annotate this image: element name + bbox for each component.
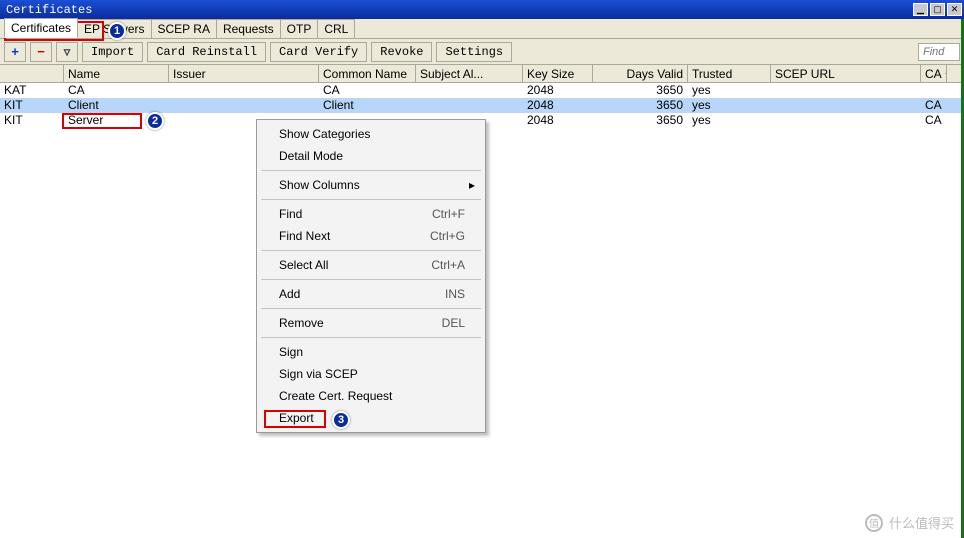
menu-separator <box>261 308 481 309</box>
cell <box>771 113 921 128</box>
table-row[interactable]: KITClientClient20483650yesCA <box>0 98 964 113</box>
window-title: Certificates <box>6 3 911 17</box>
filter-icon-button[interactable]: ▿ <box>56 42 78 62</box>
import-button[interactable]: Import <box>82 42 143 62</box>
menu-item-export[interactable]: Export <box>259 407 483 429</box>
window-titlebar: Certificates ▁ ▢ ✕ <box>0 0 964 19</box>
toolbar: + − ▿ Import Card Reinstall Card Verify … <box>0 39 964 65</box>
cell: KIT <box>0 113 64 128</box>
col-ca[interactable]: CA <box>921 65 947 82</box>
cell: yes <box>688 113 771 128</box>
menu-separator <box>261 279 481 280</box>
menu-item-find[interactable]: FindCtrl+F <box>259 203 483 225</box>
col-blank[interactable] <box>0 65 64 82</box>
close-button[interactable]: ✕ <box>947 3 962 16</box>
annotation-badge-3: 3 <box>332 411 350 429</box>
cell: 2048 <box>523 98 593 113</box>
card-verify-button[interactable]: Card Verify <box>270 42 367 62</box>
menu-separator <box>261 170 481 171</box>
cell: CA <box>319 83 416 98</box>
menu-item-remove[interactable]: RemoveDEL <box>259 312 483 334</box>
cell <box>169 98 319 113</box>
cell <box>416 98 523 113</box>
col-key-size[interactable]: Key Size <box>523 65 593 82</box>
col-name[interactable]: Name <box>64 65 169 82</box>
col-common-name[interactable]: Common Name <box>319 65 416 82</box>
cell <box>169 83 319 98</box>
table-header: Name Issuer Common Name Subject Al... Ke… <box>0 65 964 83</box>
menu-item-sign[interactable]: Sign <box>259 341 483 363</box>
cell: CA <box>921 113 947 128</box>
menu-separator <box>261 250 481 251</box>
context-menu: Show CategoriesDetail Mode Show Columns Fi… <box>256 119 486 433</box>
cell: yes <box>688 83 771 98</box>
menu-item-create-cert-request[interactable]: Create Cert. Request <box>259 385 483 407</box>
tab-bar: Certificates EP Servers SCEP RA Requests… <box>0 19 964 39</box>
tab-scep-ra[interactable]: SCEP RA <box>151 19 217 38</box>
menu-item-show-columns[interactable]: Show Columns <box>259 174 483 196</box>
cell <box>921 83 947 98</box>
menu-item-sign-via-scep[interactable]: Sign via SCEP <box>259 363 483 385</box>
menu-separator <box>261 337 481 338</box>
menu-separator <box>261 199 481 200</box>
find-input[interactable] <box>918 43 960 61</box>
settings-button[interactable]: Settings <box>436 42 512 62</box>
menu-item-detail-mode[interactable]: Detail Mode <box>259 145 483 167</box>
cell: KIT <box>0 98 64 113</box>
cell: 3650 <box>593 98 688 113</box>
watermark: 值 什么值得买 <box>865 513 954 532</box>
col-subject-alt[interactable]: Subject Al... <box>416 65 523 82</box>
tab-crl[interactable]: CRL <box>317 19 355 38</box>
maximize-button[interactable]: ▢ <box>930 3 945 16</box>
col-scep-url[interactable]: SCEP URL <box>771 65 921 82</box>
add-icon-button[interactable]: + <box>4 42 26 62</box>
remove-icon-button[interactable]: − <box>30 42 52 62</box>
watermark-icon: 值 <box>865 514 883 532</box>
table-row[interactable]: KATCACA20483650yes <box>0 83 964 98</box>
minimize-button[interactable]: ▁ <box>913 3 928 16</box>
menu-item-find-next[interactable]: Find NextCtrl+G <box>259 225 483 247</box>
cell: 2048 <box>523 113 593 128</box>
cell: CA <box>64 83 169 98</box>
cell: yes <box>688 98 771 113</box>
cell: 3650 <box>593 83 688 98</box>
revoke-button[interactable]: Revoke <box>371 42 432 62</box>
tab-certificates[interactable]: Certificates <box>4 18 78 38</box>
col-days-valid[interactable]: Days Valid <box>593 65 688 82</box>
menu-item-select-all[interactable]: Select AllCtrl+A <box>259 254 483 276</box>
annotation-badge-2: 2 <box>146 112 164 130</box>
cell: Client <box>319 98 416 113</box>
cell: 2048 <box>523 83 593 98</box>
card-reinstall-button[interactable]: Card Reinstall <box>147 42 266 62</box>
menu-item-show-categories[interactable]: Show Categories <box>259 123 483 145</box>
tab-requests[interactable]: Requests <box>216 19 281 38</box>
cell <box>771 83 921 98</box>
cell: Client <box>64 98 169 113</box>
cell <box>771 98 921 113</box>
cell <box>416 83 523 98</box>
col-issuer[interactable]: Issuer <box>169 65 319 82</box>
col-trusted[interactable]: Trusted <box>688 65 771 82</box>
tab-otp[interactable]: OTP <box>280 19 319 38</box>
cell: KAT <box>0 83 64 98</box>
annotation-badge-1: 1 <box>108 22 126 40</box>
cell: CA <box>921 98 947 113</box>
menu-item-add[interactable]: AddINS <box>259 283 483 305</box>
cell: 3650 <box>593 113 688 128</box>
